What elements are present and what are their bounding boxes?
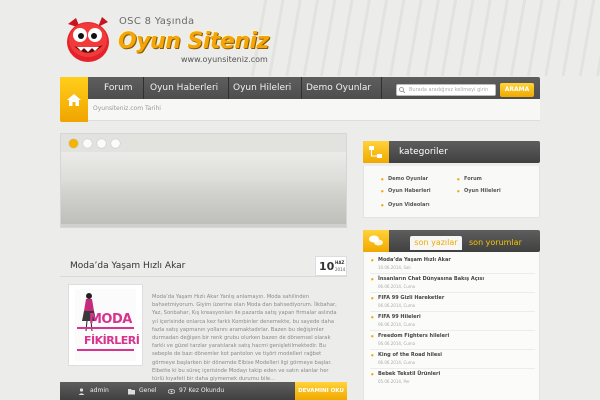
categories-header: kategoriler xyxy=(363,141,540,163)
nav-item-oyun-hileleri[interactable]: Oyun Hileleri xyxy=(223,77,303,99)
post-read-count: 97 Kez Okundu xyxy=(179,387,225,394)
recent-post-date: 06.06.2014, Cuma xyxy=(378,322,416,327)
site-logo-text[interactable]: Oyun Siteniz xyxy=(118,29,269,54)
sub-navigation-bar: Oyunsiteniz.com Tarihi xyxy=(88,99,540,121)
category-link[interactable]: Oyun Haberleri xyxy=(381,188,431,194)
post-date-year: 2014 xyxy=(335,267,346,272)
recent-post-item[interactable]: İnsanların Chat Dünyasına Bakış Açısı 06… xyxy=(371,276,538,289)
thumbnail-image: MODA FİKİRLERİ xyxy=(75,289,140,361)
eye-icon xyxy=(168,389,175,394)
list-divider xyxy=(370,292,535,293)
recent-post-item[interactable]: King of the Road hilesi 06.06.2014, Cuma xyxy=(371,352,538,365)
category-link[interactable]: Oyun Hileleri xyxy=(457,188,501,194)
site-url: www.oyunsiteniz.com xyxy=(181,55,268,64)
recent-post-title[interactable]: Bebek Tekstil Ürünleri xyxy=(378,371,538,377)
list-divider xyxy=(370,273,535,274)
categories-icon-box xyxy=(363,141,389,163)
recent-post-title[interactable]: King of the Road hilesi xyxy=(378,352,538,358)
recent-post-item[interactable]: FIFA 99 Hileleri 06.06.2014, Cuma xyxy=(371,314,538,327)
post-date-month: HAZ xyxy=(335,260,345,265)
recent-post-date: 10.06.2014, Salı xyxy=(378,265,411,270)
site-tagline: OSC 8 Yaşında xyxy=(119,16,195,27)
nav-item-oyun-haberleri[interactable]: Oyun Haberleri xyxy=(140,77,230,99)
thumbnail-word: FİKİRLERİ xyxy=(84,334,140,347)
recent-post-title[interactable]: İnsanların Chat Dünyasına Bakış Açısı xyxy=(378,276,538,282)
list-divider xyxy=(370,349,535,350)
recent-post-date: 06.06.2014, Cuma xyxy=(378,341,416,346)
user-icon xyxy=(78,388,85,395)
post-category[interactable]: Genel xyxy=(139,387,157,394)
recent-post-title[interactable]: Freedom Fighters hileleri xyxy=(378,333,538,339)
header-rays-background xyxy=(250,0,600,76)
sub-nav-link[interactable]: Oyunsiteniz.com Tarihi xyxy=(93,105,161,112)
read-more-button[interactable]: DEVAMINI OKU xyxy=(295,382,347,400)
mascot-logo-icon[interactable] xyxy=(62,14,114,66)
search-input[interactable]: Burada aradığınız kelimeyi girin xyxy=(396,84,496,96)
slider-image-placeholder xyxy=(61,179,346,224)
categories-title: kategoriler xyxy=(399,147,448,157)
post-divider xyxy=(60,276,347,277)
chat-bubbles-icon xyxy=(369,235,383,246)
recent-post-item[interactable]: Moda’da Yaşam Hızlı Akar 10.06.2014, Sal… xyxy=(371,257,538,270)
category-link[interactable]: Oyun Videoları xyxy=(381,202,429,208)
categories-list: Demo Oyunlar Forum Oyun Haberleri Oyun H… xyxy=(363,166,540,218)
recent-post-title[interactable]: FIFA 99 Hileleri xyxy=(378,314,538,320)
category-link[interactable]: Forum xyxy=(457,176,482,182)
slider-dot[interactable] xyxy=(69,139,78,148)
nav-item-forum[interactable]: Forum xyxy=(94,77,144,99)
post-title[interactable]: Moda’da Yaşam Hızlı Akar xyxy=(70,261,185,271)
tab-recent-comments[interactable]: son yorumlar xyxy=(469,238,522,247)
site-header: OSC 8 Yaşında Oyun Siteniz www.oyunsiten… xyxy=(0,0,600,76)
category-link[interactable]: Demo Oyunlar xyxy=(381,176,428,182)
thumbnail-word: MODA xyxy=(89,312,132,327)
post-excerpt: Moda’da Yaşam Hızlı Akar Yanlış anlamayı… xyxy=(152,294,337,383)
recent-post-title[interactable]: Moda’da Yaşam Hızlı Akar xyxy=(378,257,538,263)
recent-post-date: 06.06.2014, Cuma xyxy=(378,284,416,289)
home-icon xyxy=(67,94,81,106)
post-footer: admin Genel 97 Kez Okundu DEVAMINI OKU xyxy=(60,382,347,400)
list-divider xyxy=(370,330,535,331)
tab-recent-posts[interactable]: son yazılar xyxy=(410,236,462,250)
recent-post-date: 06.06.2014, Cuma xyxy=(378,360,416,365)
recent-posts-list: Moda’da Yaşam Hızlı Akar 10.06.2014, Sal… xyxy=(363,252,540,400)
slider-dot[interactable] xyxy=(111,139,120,148)
post-author[interactable]: admin xyxy=(90,387,109,394)
post-date-day: 10 xyxy=(319,260,335,273)
recent-icon-box xyxy=(363,230,389,252)
search-icon xyxy=(399,87,405,93)
home-button[interactable] xyxy=(60,77,88,122)
nav-item-demo-oyunlar[interactable]: Demo Oyunlar xyxy=(296,77,383,99)
search-button[interactable]: ARAMA xyxy=(500,83,534,97)
recent-post-title[interactable]: FIFA 99 Gizli Hareketler xyxy=(378,295,538,301)
list-divider xyxy=(370,368,535,369)
recent-post-date: 06.06.2014, Cuma xyxy=(378,303,416,308)
slider-dot[interactable] xyxy=(97,139,106,148)
recent-post-item[interactable]: Freedom Fighters hileleri 06.06.2014, Cu… xyxy=(371,333,538,346)
post-thumbnail[interactable]: MODA FİKİRLERİ xyxy=(68,284,143,366)
featured-slider[interactable] xyxy=(60,133,347,228)
post-date-badge: 10 HAZ 2014 xyxy=(315,256,347,276)
list-divider xyxy=(370,311,535,312)
sitemap-icon xyxy=(369,146,382,158)
slider-dot[interactable] xyxy=(83,139,92,148)
recent-post-date: 05.06.2014, Per xyxy=(378,379,410,384)
folder-icon xyxy=(128,389,135,395)
recent-post-item[interactable]: FIFA 99 Gizli Hareketler 06.06.2014, Cum… xyxy=(371,295,538,308)
recent-post-item[interactable]: Bebek Tekstil Ürünleri 05.06.2014, Per xyxy=(371,371,538,384)
